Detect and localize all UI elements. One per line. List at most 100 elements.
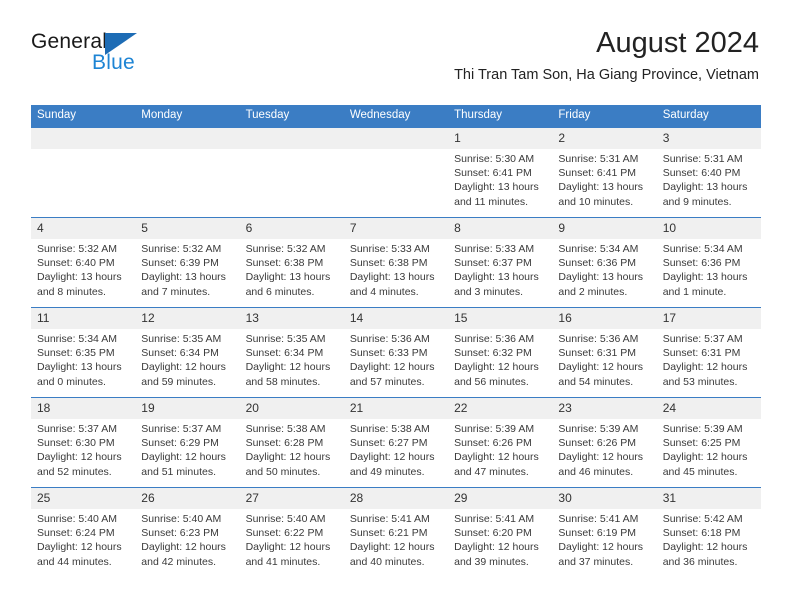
day-cell[interactable]: 25 Sunrise: 5:40 AM Sunset: 6:24 PM Dayl… — [31, 488, 136, 577]
day-number: 29 — [448, 488, 553, 509]
daylight-text-line2: and 45 minutes. — [662, 465, 738, 478]
day-cell[interactable]: 11 Sunrise: 5:34 AM Sunset: 6:35 PM Dayl… — [31, 308, 136, 397]
sunrise-text: Sunrise: 5:39 AM — [454, 423, 535, 435]
weekday-header-row: Sunday Monday Tuesday Wednesday Thursday… — [31, 105, 761, 127]
day-info: Sunrise: 5:31 AM Sunset: 6:41 PM Dayligh… — [552, 149, 656, 209]
day-number: 16 — [552, 308, 657, 329]
day-cell[interactable]: 2 Sunrise: 5:31 AM Sunset: 6:41 PM Dayli… — [552, 128, 657, 217]
calendar-week-row: 25 Sunrise: 5:40 AM Sunset: 6:24 PM Dayl… — [31, 487, 761, 577]
page-subtitle: Thi Tran Tam Son, Ha Giang Province, Vie… — [454, 67, 759, 83]
day-cell[interactable]: 20 Sunrise: 5:38 AM Sunset: 6:28 PM Dayl… — [239, 398, 344, 487]
day-cell[interactable]: 4 Sunrise: 5:32 AM Sunset: 6:40 PM Dayli… — [31, 218, 136, 307]
sunset-text: Sunset: 6:31 PM — [558, 347, 637, 360]
sunrise-text: Sunrise: 5:38 AM — [245, 423, 326, 435]
day-info: Sunrise: 5:35 AM Sunset: 6:34 PM Dayligh… — [240, 329, 344, 389]
day-info: Sunrise: 5:32 AM Sunset: 6:38 PM Dayligh… — [240, 239, 344, 299]
daylight-text-line2: and 41 minutes. — [245, 555, 321, 568]
day-cell[interactable]: 21 Sunrise: 5:38 AM Sunset: 6:27 PM Dayl… — [343, 398, 449, 487]
daylight-text-line1: Daylight: 12 hours — [558, 361, 644, 374]
day-info: Sunrise: 5:40 AM Sunset: 6:24 PM Dayligh… — [31, 509, 135, 569]
sunrise-text: Sunrise: 5:31 AM — [558, 153, 639, 165]
day-cell[interactable]: 17 Sunrise: 5:37 AM Sunset: 6:31 PM Dayl… — [656, 308, 761, 397]
daylight-text-line1: Daylight: 12 hours — [37, 451, 122, 464]
daylight-text-line2: and 46 minutes. — [558, 465, 634, 478]
day-cell[interactable]: 15 Sunrise: 5:36 AM Sunset: 6:32 PM Dayl… — [448, 308, 553, 397]
daylight-text-line1: Daylight: 12 hours — [454, 541, 539, 554]
sunrise-text: Sunrise: 5:40 AM — [141, 513, 222, 525]
day-cell[interactable]: 3 Sunrise: 5:31 AM Sunset: 6:40 PM Dayli… — [656, 128, 761, 217]
daylight-text-line1: Daylight: 13 hours — [37, 361, 122, 374]
day-info: Sunrise: 5:36 AM Sunset: 6:33 PM Dayligh… — [344, 329, 448, 389]
sunrise-text: Sunrise: 5:34 AM — [662, 243, 743, 255]
day-number: 30 — [552, 488, 657, 509]
day-cell[interactable]: 29 Sunrise: 5:41 AM Sunset: 6:20 PM Dayl… — [448, 488, 553, 577]
day-cell[interactable]: 6 Sunrise: 5:32 AM Sunset: 6:38 PM Dayli… — [239, 218, 344, 307]
sunset-text: Sunset: 6:30 PM — [37, 437, 115, 450]
daylight-text-line2: and 58 minutes. — [245, 375, 321, 388]
daylight-text-line2: and 59 minutes. — [141, 375, 216, 388]
day-cell[interactable]: 10 Sunrise: 5:34 AM Sunset: 6:36 PM Dayl… — [656, 218, 761, 307]
day-info: Sunrise: 5:35 AM Sunset: 6:34 PM Dayligh… — [135, 329, 239, 389]
day-cell[interactable]: 5 Sunrise: 5:32 AM Sunset: 6:39 PM Dayli… — [135, 218, 240, 307]
day-number — [31, 128, 136, 149]
daylight-text-line2: and 42 minutes. — [141, 555, 216, 568]
sunrise-text: Sunrise: 5:37 AM — [141, 423, 222, 435]
general-blue-logo: General Blue — [31, 30, 231, 86]
day-number: 5 — [135, 218, 240, 239]
day-cell[interactable]: 8 Sunrise: 5:33 AM Sunset: 6:37 PM Dayli… — [448, 218, 553, 307]
day-number: 11 — [31, 308, 136, 329]
sunrise-text: Sunrise: 5:39 AM — [662, 423, 743, 435]
day-cell[interactable]: 22 Sunrise: 5:39 AM Sunset: 6:26 PM Dayl… — [448, 398, 553, 487]
sunrise-text: Sunrise: 5:32 AM — [37, 243, 117, 255]
day-cell[interactable]: 30 Sunrise: 5:41 AM Sunset: 6:19 PM Dayl… — [552, 488, 657, 577]
day-cell[interactable]: 1 Sunrise: 5:30 AM Sunset: 6:41 PM Dayli… — [448, 128, 553, 217]
day-cell[interactable]: 16 Sunrise: 5:36 AM Sunset: 6:31 PM Dayl… — [552, 308, 657, 397]
day-number: 19 — [135, 398, 240, 419]
daylight-text-line2: and 47 minutes. — [454, 465, 529, 478]
day-info: Sunrise: 5:36 AM Sunset: 6:31 PM Dayligh… — [552, 329, 656, 389]
sunset-text: Sunset: 6:41 PM — [558, 167, 637, 180]
day-cell[interactable]: 23 Sunrise: 5:39 AM Sunset: 6:26 PM Dayl… — [552, 398, 657, 487]
day-cell[interactable]: 7 Sunrise: 5:33 AM Sunset: 6:38 PM Dayli… — [343, 218, 449, 307]
sunset-text: Sunset: 6:36 PM — [558, 257, 637, 270]
day-cell[interactable]: 26 Sunrise: 5:40 AM Sunset: 6:23 PM Dayl… — [135, 488, 240, 577]
sunrise-text: Sunrise: 5:36 AM — [349, 333, 430, 345]
day-number: 3 — [656, 128, 761, 149]
daylight-text-line2: and 9 minutes. — [662, 195, 732, 208]
daylight-text-line1: Daylight: 13 hours — [662, 271, 748, 284]
day-cell[interactable] — [343, 128, 449, 217]
day-cell[interactable]: 13 Sunrise: 5:35 AM Sunset: 6:34 PM Dayl… — [239, 308, 344, 397]
daylight-text-line1: Daylight: 12 hours — [349, 541, 435, 554]
calendar-grid: Sunday Monday Tuesday Wednesday Thursday… — [31, 105, 761, 577]
day-number: 4 — [31, 218, 136, 239]
day-cell[interactable] — [239, 128, 344, 217]
day-info: Sunrise: 5:30 AM Sunset: 6:41 PM Dayligh… — [448, 149, 552, 209]
day-number: 27 — [239, 488, 344, 509]
daylight-text-line2: and 2 minutes. — [558, 285, 628, 298]
day-cell[interactable] — [31, 128, 136, 217]
weekday-header-thursday: Thursday — [454, 109, 503, 121]
day-cell[interactable]: 12 Sunrise: 5:35 AM Sunset: 6:34 PM Dayl… — [135, 308, 240, 397]
day-cell[interactable]: 27 Sunrise: 5:40 AM Sunset: 6:22 PM Dayl… — [239, 488, 344, 577]
sunrise-text: Sunrise: 5:41 AM — [454, 513, 535, 525]
daylight-text-line2: and 10 minutes. — [558, 195, 634, 208]
day-cell[interactable]: 24 Sunrise: 5:39 AM Sunset: 6:25 PM Dayl… — [656, 398, 761, 487]
daylight-text-line2: and 6 minutes. — [245, 285, 315, 298]
calendar-page: General Blue August 2024 Thi Tran Tam So… — [0, 0, 792, 612]
day-number: 25 — [31, 488, 136, 509]
sunset-text: Sunset: 6:29 PM — [141, 437, 219, 450]
day-cell[interactable]: 14 Sunrise: 5:36 AM Sunset: 6:33 PM Dayl… — [343, 308, 449, 397]
day-cell[interactable]: 19 Sunrise: 5:37 AM Sunset: 6:29 PM Dayl… — [135, 398, 240, 487]
daylight-text-line1: Daylight: 12 hours — [141, 451, 226, 464]
day-cell[interactable]: 9 Sunrise: 5:34 AM Sunset: 6:36 PM Dayli… — [552, 218, 657, 307]
day-info: Sunrise: 5:40 AM Sunset: 6:22 PM Dayligh… — [240, 509, 344, 569]
day-cell[interactable] — [135, 128, 240, 217]
day-cell[interactable]: 28 Sunrise: 5:41 AM Sunset: 6:21 PM Dayl… — [343, 488, 449, 577]
day-info: Sunrise: 5:39 AM Sunset: 6:26 PM Dayligh… — [552, 419, 656, 479]
day-cell[interactable]: 18 Sunrise: 5:37 AM Sunset: 6:30 PM Dayl… — [31, 398, 136, 487]
day-info: Sunrise: 5:37 AM Sunset: 6:30 PM Dayligh… — [31, 419, 135, 479]
day-info: Sunrise: 5:41 AM Sunset: 6:21 PM Dayligh… — [344, 509, 448, 569]
daylight-text-line2: and 56 minutes. — [454, 375, 529, 388]
day-cell[interactable]: 31 Sunrise: 5:42 AM Sunset: 6:18 PM Dayl… — [656, 488, 761, 577]
daylight-text-line2: and 3 minutes. — [454, 285, 524, 298]
